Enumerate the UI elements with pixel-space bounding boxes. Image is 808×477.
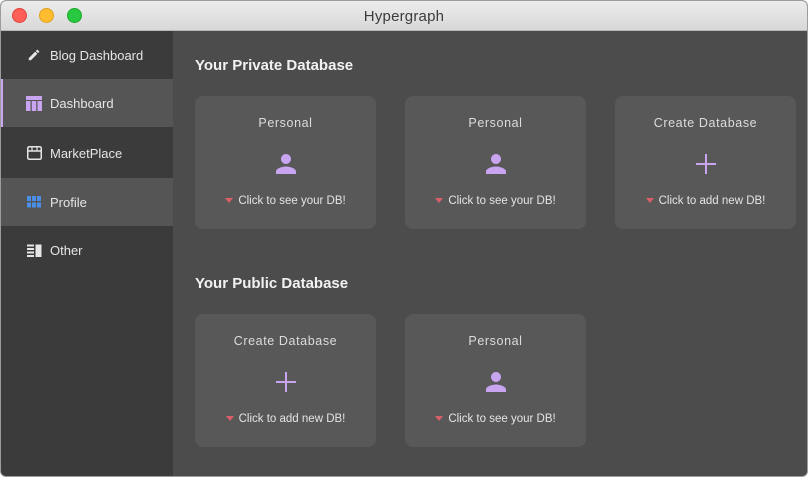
store-icon: [26, 145, 42, 161]
public-section-title: Your Public Database: [195, 275, 349, 292]
sidebar-item-label: Other: [50, 242, 83, 258]
caret-down-icon: [435, 198, 444, 203]
plus-icon: [274, 370, 298, 394]
sidebar-item-label: Dashboard: [50, 95, 114, 111]
card-hint: Click to add new DB!: [195, 413, 376, 425]
app-window: Hypergraph Blog Dashboard Dashboard Mark…: [0, 0, 808, 477]
card-title: Personal: [468, 116, 523, 130]
card-hint: Click to add new DB!: [615, 195, 796, 207]
database-card-personal[interactable]: Personal Click to see your DB!: [195, 96, 376, 229]
card-hint-text: Click to see your DB!: [448, 195, 556, 207]
sidebar-item-marketplace[interactable]: MarketPlace: [1, 129, 173, 177]
caret-down-icon: [645, 198, 654, 203]
pencil-icon: [26, 47, 42, 63]
sidebar-item-profile[interactable]: Profile: [1, 178, 173, 226]
sidebar: Blog Dashboard Dashboard MarketPlace Pro…: [1, 31, 173, 476]
sidebar-item-blog-dashboard[interactable]: Blog Dashboard: [1, 31, 173, 79]
person-icon: [484, 370, 508, 394]
card-hint-text: Click to see your DB!: [448, 413, 556, 425]
sidebar-item-other[interactable]: Other: [1, 226, 173, 274]
database-card-personal[interactable]: Personal Click to see your DB!: [405, 314, 586, 447]
main-content: Your Private Database Personal Click to …: [173, 31, 807, 476]
card-hint-text: Click to see your DB!: [238, 195, 346, 207]
sidebar-item-label: Blog Dashboard: [50, 47, 144, 63]
caret-down-icon: [225, 198, 234, 203]
card-hint-text: Click to add new DB!: [658, 195, 766, 207]
plus-icon: [694, 152, 718, 176]
database-card-personal[interactable]: Personal Click to see your DB!: [405, 96, 586, 229]
create-database-card[interactable]: Create Database Click to add new DB!: [195, 314, 376, 447]
sidebar-item-label: Profile: [50, 194, 87, 210]
person-icon: [274, 152, 298, 176]
caret-down-icon: [225, 416, 234, 421]
card-hint-text: Click to add new DB!: [238, 413, 346, 425]
card-title: Create Database: [653, 116, 758, 130]
caret-down-icon: [435, 416, 444, 421]
card-title: Personal: [468, 334, 523, 348]
private-section-title: Your Private Database: [195, 57, 354, 74]
grid-icon: [26, 194, 42, 210]
title-bar: Hypergraph: [1, 1, 807, 31]
card-hint: Click to see your DB!: [405, 413, 586, 425]
sidebar-item-dashboard[interactable]: Dashboard: [1, 79, 173, 127]
card-title: Create Database: [233, 334, 338, 348]
card-hint: Click to see your DB!: [405, 195, 586, 207]
sidebar-item-label: MarketPlace: [50, 145, 123, 161]
create-database-card[interactable]: Create Database Click to add new DB!: [615, 96, 796, 229]
window-title: Hypergraph: [363, 8, 445, 25]
card-title: Personal: [258, 116, 313, 130]
card-hint: Click to see your DB!: [195, 195, 376, 207]
list-icon: [26, 242, 42, 258]
table-icon: [26, 95, 42, 111]
person-icon: [484, 152, 508, 176]
